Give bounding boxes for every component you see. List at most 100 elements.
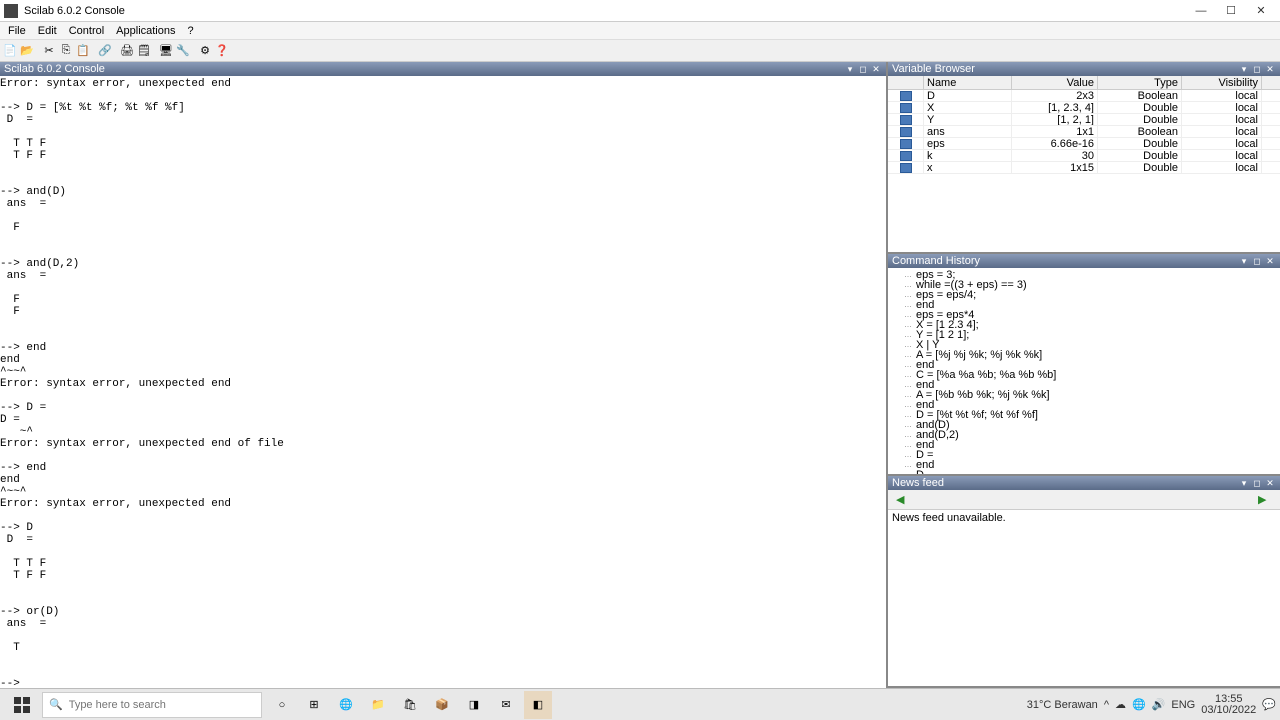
menu-file[interactable]: File xyxy=(2,24,32,38)
clock[interactable]: 13:55 03/10/2022 xyxy=(1201,694,1256,716)
edge-icon[interactable]: 🌐 xyxy=(332,691,360,719)
panel-minimize-icon[interactable]: ▾ xyxy=(1238,477,1250,489)
variable-row[interactable]: k30Doublelocal xyxy=(888,150,1280,162)
variable-name: eps xyxy=(924,138,1012,149)
history-line[interactable]: eps = eps/4; xyxy=(892,290,1276,300)
search-box[interactable]: 🔍 xyxy=(42,692,262,718)
onedrive-icon[interactable]: ☁ xyxy=(1115,698,1126,711)
close-button[interactable]: ✕ xyxy=(1246,1,1276,21)
new-file-icon[interactable]: 📄 xyxy=(2,43,18,59)
variable-table-header: Name Value Type Visibility xyxy=(888,76,1280,90)
print-icon[interactable]: 🖨 xyxy=(119,43,135,59)
panel-restore-icon[interactable]: ◻ xyxy=(1251,63,1263,75)
variable-type: Double xyxy=(1098,102,1182,113)
menu-edit[interactable]: Edit xyxy=(32,24,63,38)
minimize-button[interactable]: — xyxy=(1186,1,1216,21)
search-input[interactable] xyxy=(69,699,255,711)
variable-row[interactable]: eps6.66e-16Doublelocal xyxy=(888,138,1280,150)
settings-icon[interactable]: ⚙ xyxy=(197,43,213,59)
taskbar-apps: ○ ⊞ 🌐 📁 🛍 📦 ◨ ✉ ◧ xyxy=(268,691,552,719)
col-icon-header[interactable] xyxy=(888,76,924,89)
variable-value: 30 xyxy=(1012,150,1098,161)
history-line[interactable]: Y = [1 2 1]; xyxy=(892,330,1276,340)
history-line[interactable]: D xyxy=(892,470,1276,474)
variable-row[interactable]: X[1, 2.3, 4]Doublelocal xyxy=(888,102,1280,114)
panel-close-icon[interactable]: ✕ xyxy=(1264,477,1276,489)
menu-control[interactable]: Control xyxy=(63,24,110,38)
variable-type: Boolean xyxy=(1098,90,1182,101)
history-line[interactable]: A = [%j %j %k; %j %k %k] xyxy=(892,350,1276,360)
variable-row[interactable]: x1x15Doublelocal xyxy=(888,162,1280,174)
col-type-header[interactable]: Type xyxy=(1098,76,1182,89)
news-feed-body: News feed unavailable. xyxy=(888,510,1280,686)
variable-browser-header: Variable Browser ▾ ◻ ✕ xyxy=(888,62,1280,76)
language-indicator[interactable]: ENG xyxy=(1171,699,1195,711)
panel-minimize-icon[interactable]: ▾ xyxy=(844,63,856,75)
variable-type-icon xyxy=(888,114,924,125)
help-icon[interactable]: ❓ xyxy=(214,43,230,59)
print-setup-icon[interactable]: 🗒 xyxy=(136,43,152,59)
network-icon[interactable]: 🌐 xyxy=(1132,698,1146,711)
next-news-icon[interactable]: ▶ xyxy=(1258,493,1272,507)
variable-visibility: local xyxy=(1182,102,1262,113)
news-feed-panel: News feed ▾ ◻ ✕ ◀ ▶ News feed unavailabl… xyxy=(888,476,1280,688)
vscode-icon[interactable]: ◨ xyxy=(460,691,488,719)
weather-widget[interactable]: 31°C Berawan xyxy=(1027,699,1098,711)
explorer-icon[interactable]: 📁 xyxy=(364,691,392,719)
variable-value: 1x1 xyxy=(1012,126,1098,137)
command-history-header: Command History ▾ ◻ ✕ xyxy=(888,254,1280,268)
variable-value: [1, 2, 1] xyxy=(1012,114,1098,125)
history-line[interactable]: end xyxy=(892,460,1276,470)
dropbox-icon[interactable]: 📦 xyxy=(428,691,456,719)
maximize-button[interactable]: ☐ xyxy=(1216,1,1246,21)
link-icon[interactable]: 🔗 xyxy=(97,43,113,59)
cut-icon[interactable]: ✂ xyxy=(41,43,57,59)
task-view-icon[interactable]: ⊞ xyxy=(300,691,328,719)
console-output[interactable]: Error: syntax error, unexpected end --> … xyxy=(0,76,886,688)
start-button[interactable] xyxy=(4,691,40,719)
variable-row[interactable]: ans1x1Booleanlocal xyxy=(888,126,1280,138)
variable-row[interactable]: Y[1, 2, 1]Doublelocal xyxy=(888,114,1280,126)
panel-minimize-icon[interactable]: ▾ xyxy=(1238,255,1250,267)
cortana-icon[interactable]: ○ xyxy=(268,691,296,719)
variable-type: Double xyxy=(1098,114,1182,125)
main-area: Scilab 6.0.2 Console ▾ ◻ ✕ Error: syntax… xyxy=(0,62,1280,688)
variable-browser-panel: Variable Browser ▾ ◻ ✕ Name Value Type V… xyxy=(888,62,1280,254)
col-vis-header[interactable]: Visibility xyxy=(1182,76,1262,89)
panel-close-icon[interactable]: ✕ xyxy=(870,63,882,75)
scilab-taskbar-icon[interactable]: ◧ xyxy=(524,691,552,719)
variable-visibility: local xyxy=(1182,114,1262,125)
history-line[interactable]: D = xyxy=(892,450,1276,460)
history-line[interactable]: end xyxy=(892,440,1276,450)
panel-close-icon[interactable]: ✕ xyxy=(1264,255,1276,267)
screen-icon[interactable]: 🖥 xyxy=(158,43,174,59)
panel-minimize-icon[interactable]: ▾ xyxy=(1238,63,1250,75)
command-history-list[interactable]: eps = 3;while =((3 + eps) == 3)eps = eps… xyxy=(888,268,1280,474)
history-line[interactable]: A = [%b %b %k; %j %k %k] xyxy=(892,390,1276,400)
menu-help[interactable]: ? xyxy=(182,24,200,38)
menu-applications[interactable]: Applications xyxy=(110,24,181,38)
col-value-header[interactable]: Value xyxy=(1012,76,1098,89)
news-feed-title: News feed xyxy=(892,476,1237,490)
volume-icon[interactable]: 🔊 xyxy=(1152,698,1166,711)
window-title: Scilab 6.0.2 Console xyxy=(24,5,1186,17)
prev-news-icon[interactable]: ◀ xyxy=(896,493,910,507)
panel-restore-icon[interactable]: ◻ xyxy=(1251,255,1263,267)
paste-icon[interactable]: 📋 xyxy=(75,43,91,59)
store-icon[interactable]: 🛍 xyxy=(396,691,424,719)
panel-close-icon[interactable]: ✕ xyxy=(1264,63,1276,75)
notifications-icon[interactable]: 💬 xyxy=(1262,698,1276,711)
wrench-icon[interactable]: 🔧 xyxy=(175,43,191,59)
panel-restore-icon[interactable]: ◻ xyxy=(857,63,869,75)
history-line[interactable]: and(D,2) xyxy=(892,430,1276,440)
copy-icon[interactable]: ⎘ xyxy=(58,43,74,59)
variable-type: Boolean xyxy=(1098,126,1182,137)
tray-chevron-icon[interactable]: ^ xyxy=(1104,699,1109,711)
mail-icon[interactable]: ✉ xyxy=(492,691,520,719)
col-name-header[interactable]: Name xyxy=(924,76,1012,89)
variable-row[interactable]: D2x3Booleanlocal xyxy=(888,90,1280,102)
open-file-icon[interactable]: 📂 xyxy=(19,43,35,59)
news-feed-toolbar: ◀ ▶ xyxy=(888,490,1280,510)
panel-restore-icon[interactable]: ◻ xyxy=(1251,477,1263,489)
history-line[interactable]: C = [%a %a %b; %a %b %b] xyxy=(892,370,1276,380)
